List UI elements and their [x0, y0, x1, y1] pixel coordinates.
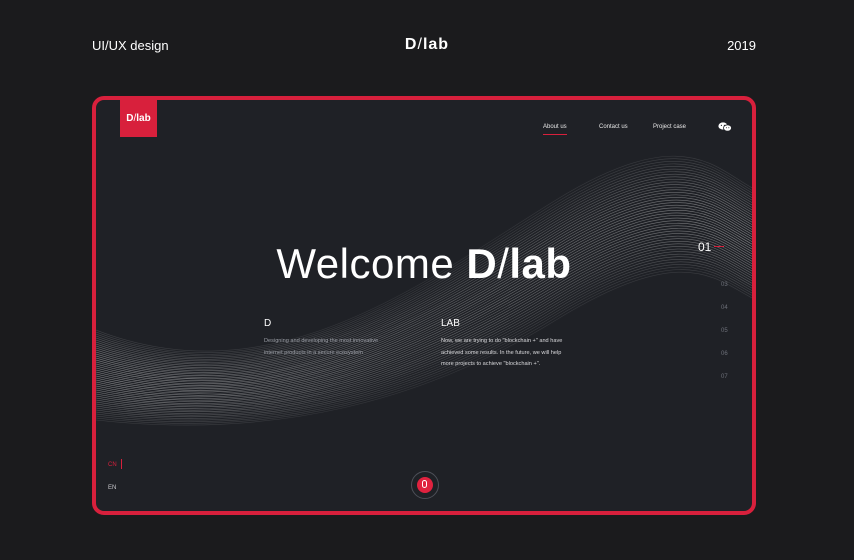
nav-contact-us[interactable]: Contact us [599, 124, 628, 130]
wave-background [96, 155, 752, 426]
website-mockup: D / lab About us Contact us Project case W… [92, 96, 756, 515]
scroll-down-button[interactable] [411, 471, 439, 499]
pager-item[interactable]: 05 [721, 328, 728, 334]
hero-title: Welcome D/lab [96, 240, 752, 288]
hero-brand-lab: lab [509, 240, 572, 287]
nav-about-us[interactable]: About us [543, 124, 567, 135]
pager-active-bar [714, 246, 724, 247]
brand-lab: lab [422, 36, 450, 53]
design-label: UI/UX design [92, 38, 169, 53]
column-d-text: Designing and developing the most innova… [264, 336, 434, 359]
column-d-line: Designing and developing the most innova… [264, 338, 379, 344]
column-d-line: internet products in a secure ecosystem [264, 349, 363, 356]
pager-item[interactable]: 03 [721, 282, 728, 288]
pager-item[interactable]: 06 [721, 351, 728, 357]
pager-item[interactable]: 07 [721, 374, 728, 380]
language-cn[interactable]: CN [108, 462, 117, 468]
pager-current[interactable]: 01 [698, 240, 711, 254]
site-logo[interactable]: D / lab [120, 100, 157, 137]
column-lab-line: Now, we are trying to do "blockchain +" … [441, 338, 563, 344]
scroll-button-core [417, 477, 433, 493]
mouse-icon [422, 480, 427, 488]
column-lab-line: achieved some results. In the future, we… [441, 349, 562, 356]
brand-d: D [404, 36, 418, 53]
logo-lab: lab [136, 113, 151, 124]
nav-project-case[interactable]: Project case [653, 124, 686, 130]
slide-pager: 01 03 04 05 06 07 [692, 240, 752, 390]
hero-welcome: Welcome [276, 240, 455, 287]
column-d-heading: D [264, 318, 272, 329]
column-lab-text: Now, we are trying to do "blockchain +" … [441, 336, 611, 371]
year-label: 2019 [727, 38, 756, 53]
pager-item[interactable]: 04 [721, 305, 728, 311]
column-lab: LAB Now, we are trying to do "blockchain… [441, 318, 611, 371]
column-lab-heading: LAB [441, 318, 460, 329]
language-active-bar [121, 459, 122, 469]
logo-d: D [126, 113, 134, 124]
hero-brand-d: D [466, 240, 498, 287]
wechat-icon[interactable] [718, 122, 732, 132]
column-lab-line: more projects to achieve "blockchain +". [441, 361, 541, 367]
hero-brand-slash: / [497, 240, 510, 287]
brand-logo: D/lab [405, 36, 449, 54]
column-d: D Designing and developing the most inno… [264, 318, 434, 359]
language-en[interactable]: EN [108, 485, 116, 491]
